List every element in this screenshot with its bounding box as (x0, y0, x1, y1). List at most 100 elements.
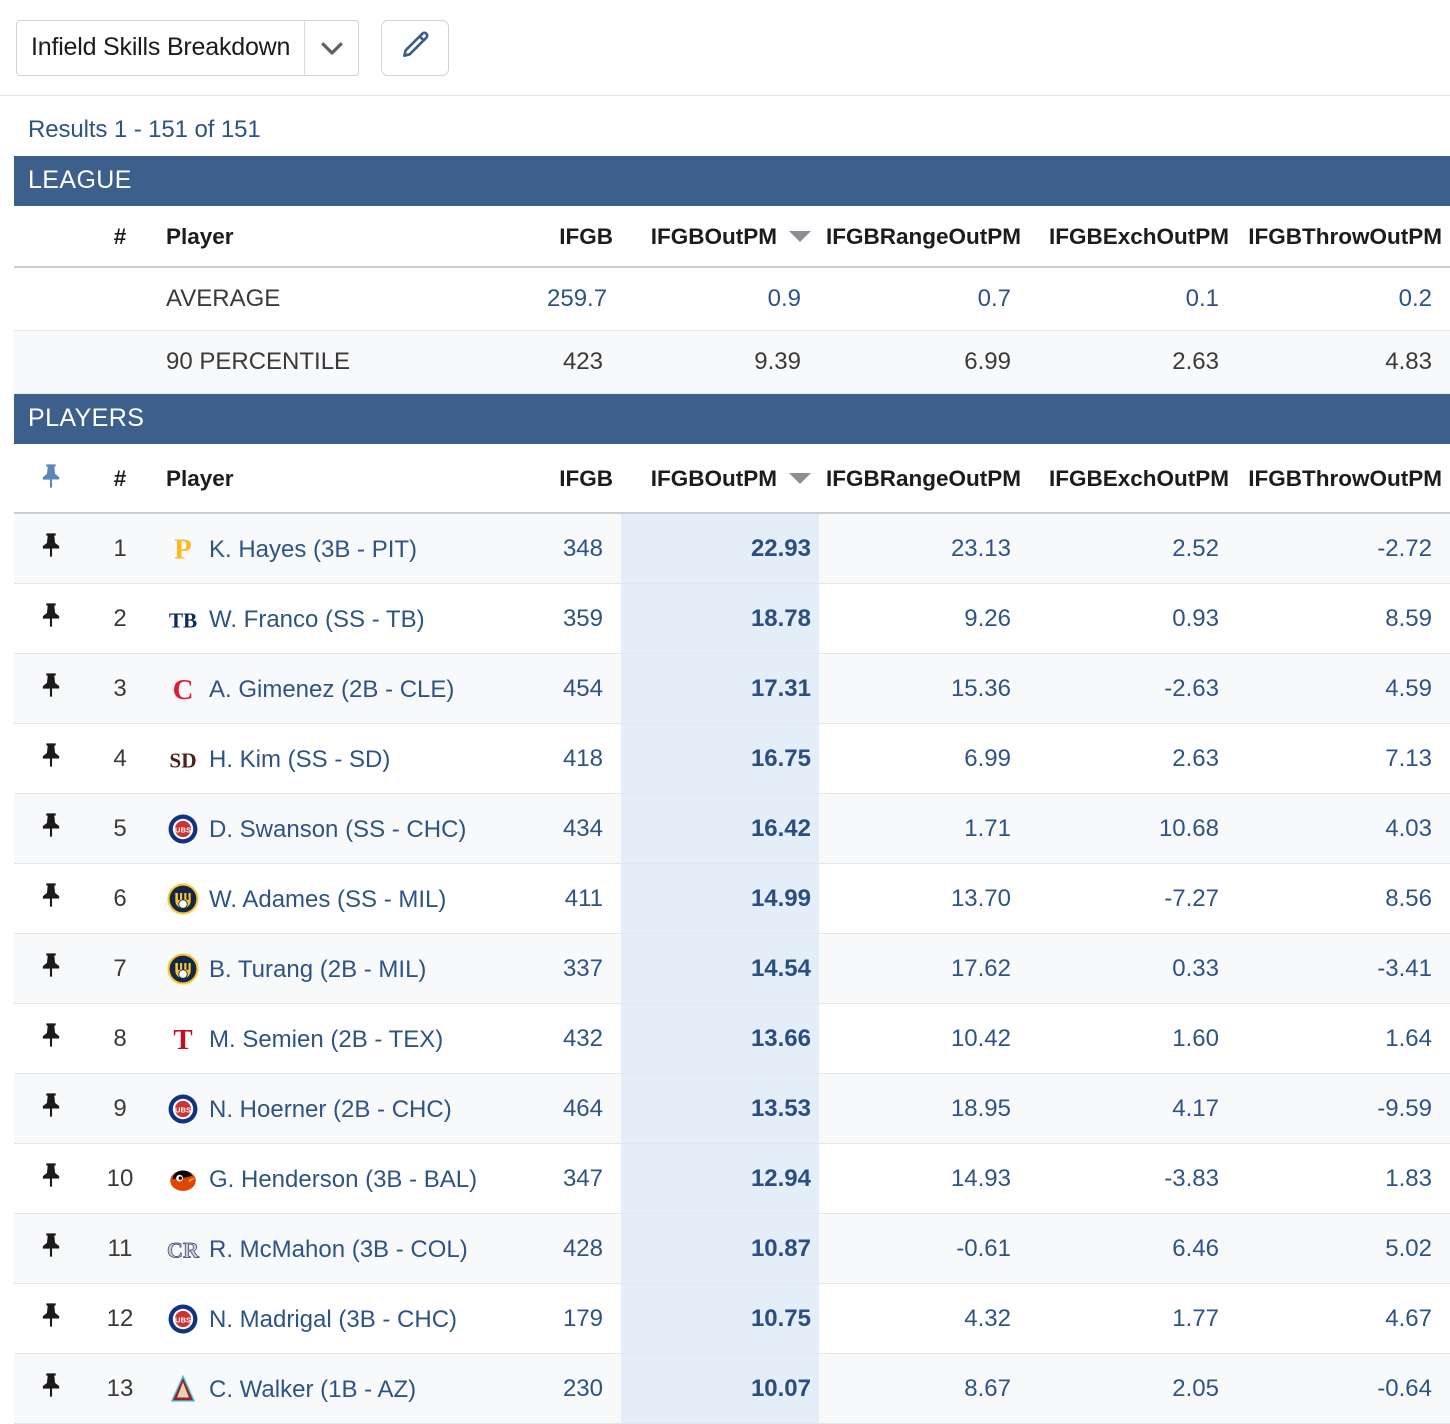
row-ifgbrangeoutpm: 17.62 (819, 934, 1029, 1004)
player-name-cell[interactable]: UBSD. Swanson (SS - CHC) (152, 794, 547, 864)
row-ifgbthrowoutpm: 8.59 (1237, 584, 1450, 654)
player-name-link[interactable]: B. Turang (2B - MIL) (209, 956, 426, 984)
row-ifgboutpm: 12.94 (621, 1144, 819, 1214)
table-row[interactable]: 11CRR. McMahon (3B - COL)42810.87-0.616.… (14, 1214, 1450, 1284)
league-row-rank (88, 267, 152, 331)
player-name-link[interactable]: W. Adames (SS - MIL) (209, 886, 446, 914)
players-col-ifgbexchoutpm[interactable]: IFGBExchOutPM (1029, 444, 1237, 513)
table-row[interactable]: 2TBW. Franco (SS - TB)35918.789.260.938.… (14, 584, 1450, 654)
player-name-cell[interactable]: UBSN. Hoerner (2B - CHC) (152, 1074, 547, 1144)
player-name-cell[interactable]: W. Adames (SS - MIL) (152, 864, 547, 934)
row-ifgbthrowoutpm: 7.13 (1237, 724, 1450, 794)
table-row[interactable]: 4SDH. Kim (SS - SD)41816.756.992.637.13 (14, 724, 1450, 794)
table-row[interactable]: 12UBSN. Madrigal (3B - CHC)17910.754.321… (14, 1284, 1450, 1354)
player-name-cell[interactable]: C. Walker (1B - AZ) (152, 1354, 547, 1424)
league-table: # Player IFGB IFGBOutPM IFGBRangeOutPM I… (14, 206, 1450, 394)
pin-row-button[interactable] (14, 1214, 88, 1284)
report-select-value[interactable]: Infield Skills Breakdown (17, 21, 304, 75)
table-row[interactable]: 6W. Adames (SS - MIL)41114.9913.70-7.278… (14, 864, 1450, 934)
pin-row-button[interactable] (14, 654, 88, 724)
row-ifgboutpm: 18.78 (621, 584, 819, 654)
players-col-player[interactable]: Player (152, 444, 547, 513)
player-name-cell[interactable]: SDH. Kim (SS - SD) (152, 724, 547, 794)
player-name-cell[interactable]: P K. Hayes (3B - PIT) (152, 513, 547, 584)
chevron-down-icon[interactable] (304, 21, 358, 75)
player-name-link[interactable]: D. Swanson (SS - CHC) (209, 816, 466, 844)
players-col-ifgbrangeoutpm[interactable]: IFGBRangeOutPM (819, 444, 1029, 513)
svg-text:TB: TB (169, 608, 197, 632)
league-col-ifgbrangeoutpm[interactable]: IFGBRangeOutPM (819, 206, 1029, 267)
row-ifgboutpm: 22.93 (621, 513, 819, 584)
players-col-rank[interactable]: # (88, 444, 152, 513)
table-row[interactable]: 3CA. Gimenez (2B - CLE)45417.3115.36-2.6… (14, 654, 1450, 724)
pin-row-button[interactable] (14, 1074, 88, 1144)
player-name-cell[interactable]: UBSN. Madrigal (3B - CHC) (152, 1284, 547, 1354)
players-col-ifgboutpm[interactable]: IFGBOutPM (621, 444, 819, 513)
players-col-ifgbthrowoutpm[interactable]: IFGBThrowOutPM (1237, 444, 1450, 513)
player-name-cell[interactable]: TB W. Franco (SS - TB) (152, 584, 547, 654)
row-rank: 6 (88, 864, 152, 934)
team-logo-icon: C (166, 676, 209, 703)
player-name-cell[interactable]: T M. Semien (2B - TEX) (152, 1004, 547, 1074)
row-ifgb: 464 (547, 1074, 621, 1144)
league-col-ifgboutpm[interactable]: IFGBOutPM (621, 206, 819, 267)
table-row[interactable]: 10G. Henderson (3B - BAL)34712.9414.93-3… (14, 1144, 1450, 1214)
table-row[interactable]: 9UBSN. Hoerner (2B - CHC)46413.5318.954.… (14, 1074, 1450, 1144)
table-row[interactable]: 1PK. Hayes (3B - PIT)34822.9323.132.52-2… (14, 513, 1450, 584)
pin-row-button[interactable] (14, 1354, 88, 1424)
player-name-cell[interactable]: G. Henderson (3B - BAL) (152, 1144, 547, 1214)
league-row-label: AVERAGE (152, 267, 547, 331)
pin-row-button[interactable] (14, 724, 88, 794)
player-name-link[interactable]: H. Kim (SS - SD) (209, 746, 390, 774)
player-name-cell[interactable]: CA. Gimenez (2B - CLE) (152, 654, 547, 724)
pin-row-button[interactable] (14, 864, 88, 934)
row-ifgbrangeoutpm: 8.67 (819, 1354, 1029, 1424)
player-name-cell[interactable]: B. Turang (2B - MIL) (152, 934, 547, 1004)
player-name-link[interactable]: M. Semien (2B - TEX) (209, 1026, 443, 1054)
table-row[interactable]: 5UBSD. Swanson (SS - CHC)43416.421.7110.… (14, 794, 1450, 864)
league-section-header: LEAGUE (14, 156, 1450, 206)
results-count-text: Results 1 - 151 of 151 (28, 116, 261, 143)
league-row-ifgboutpm: 0.9 (621, 267, 819, 331)
league-col-ifgb[interactable]: IFGB (547, 206, 621, 267)
player-name-link[interactable]: N. Madrigal (3B - CHC) (209, 1306, 457, 1334)
report-select[interactable]: Infield Skills Breakdown (16, 20, 359, 76)
player-name-link[interactable]: A. Gimenez (2B - CLE) (209, 676, 454, 704)
pin-row-button[interactable] (14, 1004, 88, 1074)
row-ifgbexchoutpm: -7.27 (1029, 864, 1237, 934)
svg-text:T: T (173, 1024, 192, 1056)
svg-text:P: P (174, 533, 192, 565)
table-row[interactable]: 8TM. Semien (2B - TEX)43213.6610.421.601… (14, 1004, 1450, 1074)
row-ifgbrangeoutpm: -0.61 (819, 1214, 1029, 1284)
row-ifgbrangeoutpm: 23.13 (819, 513, 1029, 584)
row-ifgbexchoutpm: 1.60 (1029, 1004, 1237, 1074)
league-col-ifgbexchoutpm[interactable]: IFGBExchOutPM (1029, 206, 1237, 267)
league-col-ifgbthrowoutpm[interactable]: IFGBThrowOutPM (1237, 206, 1450, 267)
player-name-link[interactable]: K. Hayes (3B - PIT) (209, 536, 417, 564)
player-name-link[interactable]: R. McMahon (3B - COL) (209, 1236, 468, 1264)
pin-row-button[interactable] (14, 584, 88, 654)
league-col-player[interactable]: Player (152, 206, 547, 267)
team-logo-icon (166, 1376, 209, 1403)
row-ifgbrangeoutpm: 10.42 (819, 1004, 1029, 1074)
edit-report-button[interactable] (381, 20, 449, 76)
table-row[interactable]: 13C. Walker (1B - AZ)23010.078.672.05-0.… (14, 1354, 1450, 1424)
player-name-link[interactable]: N. Hoerner (2B - CHC) (209, 1096, 452, 1124)
league-col-rank[interactable]: # (88, 206, 152, 267)
pin-row-button[interactable] (14, 934, 88, 1004)
pin-column-header[interactable] (14, 444, 88, 513)
pin-row-button[interactable] (14, 1284, 88, 1354)
player-name-cell[interactable]: CRR. McMahon (3B - COL) (152, 1214, 547, 1284)
table-row[interactable]: 7B. Turang (2B - MIL)33714.5417.620.33-3… (14, 934, 1450, 1004)
top-toolbar: Infield Skills Breakdown (0, 0, 1450, 96)
player-name-link[interactable]: C. Walker (1B - AZ) (209, 1376, 416, 1404)
pin-row-button[interactable] (14, 794, 88, 864)
player-name-link[interactable]: W. Franco (SS - TB) (209, 606, 425, 634)
pin-icon[interactable] (37, 470, 65, 495)
player-name-link[interactable]: G. Henderson (3B - BAL) (209, 1166, 477, 1194)
pin-row-button[interactable] (14, 1144, 88, 1214)
league-header-row: # Player IFGB IFGBOutPM IFGBRangeOutPM I… (14, 206, 1450, 267)
pin-row-button[interactable] (14, 513, 88, 584)
league-row-ifgboutpm: 9.39 (621, 331, 819, 394)
players-col-ifgb[interactable]: IFGB (547, 444, 621, 513)
